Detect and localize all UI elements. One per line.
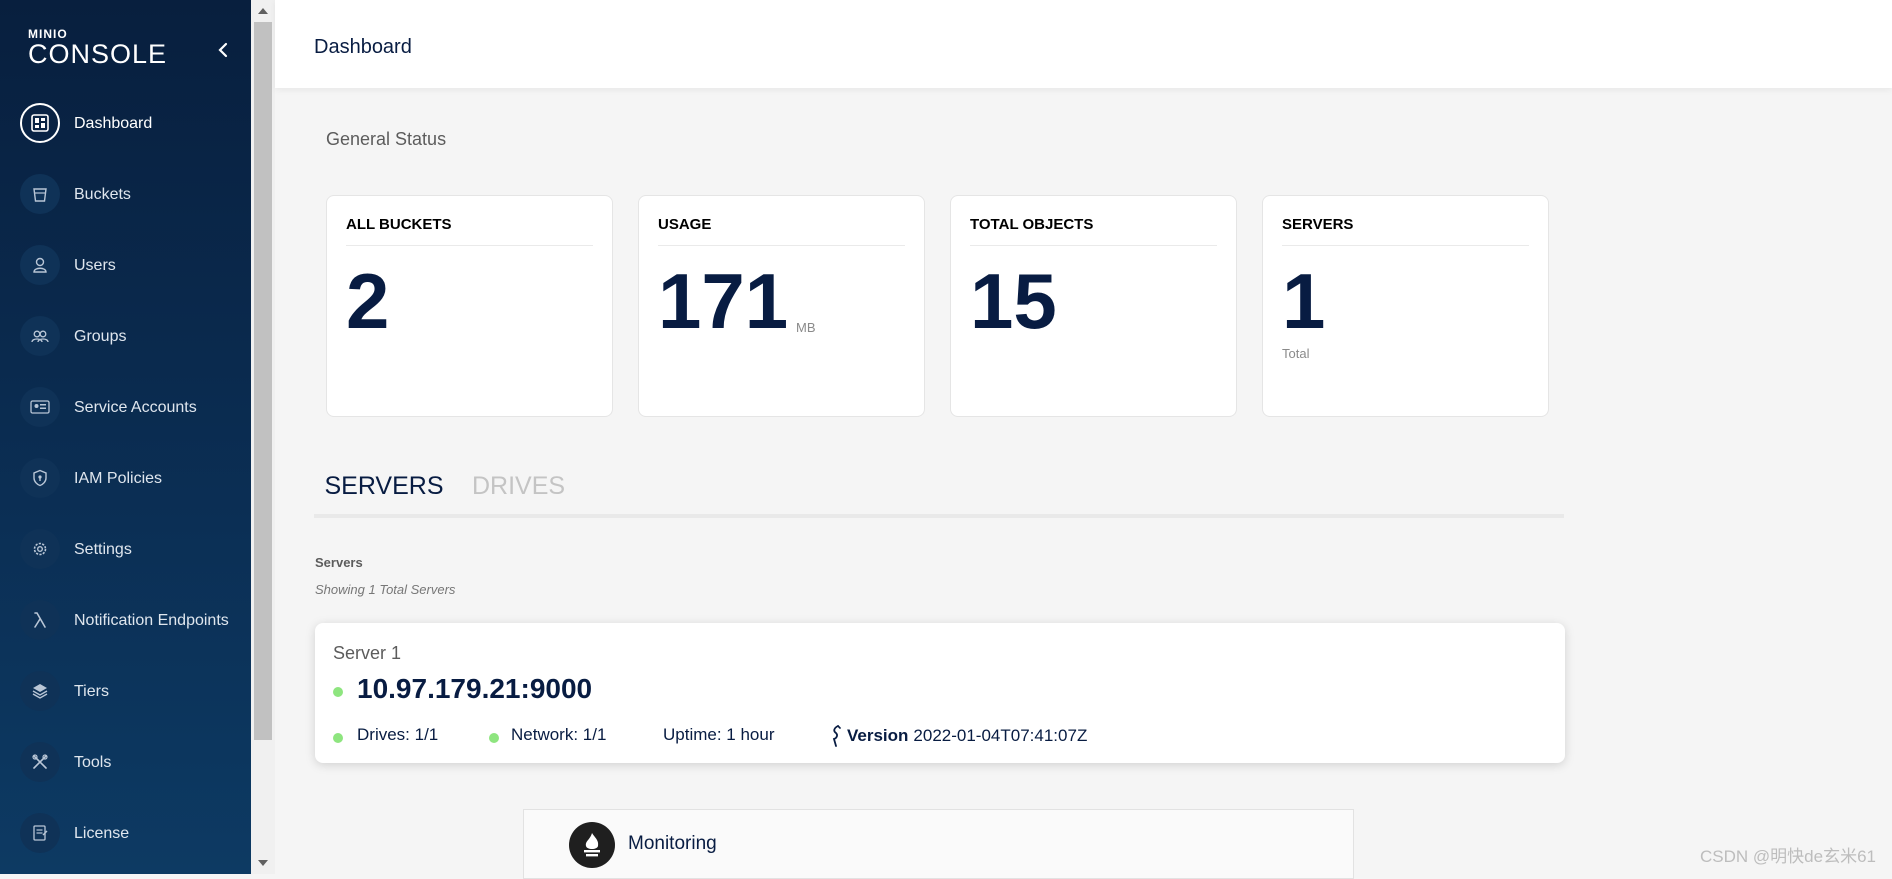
logo-product: CONSOLE — [28, 39, 168, 69]
monitoring-title: Monitoring — [628, 833, 717, 854]
tools-icon — [20, 742, 60, 782]
page-header: Dashboard — [275, 0, 1892, 88]
sidebar-nav: Dashboard Buckets Users Groups Service A… — [0, 88, 251, 869]
collapse-sidebar-button[interactable] — [213, 38, 233, 62]
uptime: Uptime: 1 hour — [663, 725, 775, 744]
sidebar-item-license[interactable]: License — [0, 798, 251, 869]
drives-status-dot — [333, 733, 343, 743]
card-value: 171 — [658, 257, 789, 345]
license-icon — [20, 813, 60, 853]
sidebar-item-tiers[interactable]: Tiers — [0, 656, 251, 727]
card-title: ALL BUCKETS — [346, 216, 593, 246]
server-drive-tabs: SERVERS DRIVES — [314, 458, 1564, 518]
sidebar-item-label: Settings — [74, 540, 132, 558]
sidebar-item-label: Groups — [74, 327, 127, 345]
sidebar-item-dashboard[interactable]: Dashboard — [0, 88, 251, 159]
tab-drives[interactable]: DRIVES — [472, 458, 572, 514]
servers-label: Servers — [315, 555, 363, 570]
card-title: TOTAL OBJECTS — [970, 216, 1217, 246]
sidebar-item-label: License — [74, 824, 130, 842]
sidebar-item-tools[interactable]: Tools — [0, 727, 251, 798]
sidebar-item-notification-endpoints[interactable]: Notification Endpoints — [0, 585, 251, 656]
sidebar-item-label: Buckets — [74, 185, 131, 203]
prometheus-icon — [569, 822, 615, 868]
sidebar-item-groups[interactable]: Groups — [0, 301, 251, 372]
network-status: Network: 1/1 — [511, 725, 607, 744]
card-unit: Total — [1282, 346, 1310, 361]
sidebar-item-label: Tools — [74, 753, 112, 771]
card-unit: MB — [796, 320, 816, 335]
version-label: Version — [847, 726, 909, 745]
sidebar-item-iam-policies[interactable]: IAM Policies — [0, 443, 251, 514]
sidebar-item-buckets[interactable]: Buckets — [0, 159, 251, 230]
sidebar-item-service-accounts[interactable]: Service Accounts — [0, 372, 251, 443]
sidebar-item-users[interactable]: Users — [0, 230, 251, 301]
minio-bird-icon — [832, 725, 841, 747]
sidebar: MINIO CONSOLE Dashboard Buckets Users Gr… — [0, 0, 251, 874]
version-info: Version 2022-01-04T07:41:07Z — [830, 725, 1087, 747]
card-value: 1 — [1282, 257, 1326, 345]
sidebar-item-label: Notification Endpoints — [74, 611, 229, 629]
server-status-dot — [333, 687, 343, 697]
scrollbar-thumb[interactable] — [254, 22, 272, 740]
tab-servers[interactable]: SERVERS — [314, 458, 454, 518]
sidebar-scrollbar[interactable] — [251, 0, 275, 874]
lambda-icon — [20, 600, 60, 640]
version-value: 2022-01-04T07:41:07Z — [913, 726, 1088, 745]
usage-card: USAGE 171 MB — [638, 195, 925, 417]
main-content: General Status ALL BUCKETS 2 USAGE 171 M… — [275, 88, 1892, 879]
general-status-title: General Status — [326, 129, 447, 149]
layers-icon — [20, 671, 60, 711]
csdn-watermark: CSDN @明快de玄米61 — [1700, 847, 1876, 866]
sidebar-item-label: Dashboard — [74, 114, 153, 132]
server-address: 10.97.179.21:9000 — [357, 673, 593, 704]
scroll-up-arrow-icon[interactable] — [251, 2, 275, 20]
bucket-icon — [20, 174, 60, 214]
user-icon — [20, 245, 60, 285]
id-card-icon — [20, 387, 60, 427]
network-status-dot — [489, 733, 499, 743]
all-buckets-card: ALL BUCKETS 2 — [326, 195, 613, 417]
monitoring-panel: Monitoring — [523, 809, 1354, 879]
gear-icon — [20, 529, 60, 569]
sidebar-item-label: Service Accounts — [74, 398, 197, 416]
server-card[interactable]: Server 1 10.97.179.21:9000 Drives: 1/1 N… — [315, 623, 1565, 763]
servers-card: SERVERS 1 Total — [1262, 195, 1549, 417]
server-name: Server 1 — [333, 643, 402, 663]
group-icon — [20, 316, 60, 356]
card-title: SERVERS — [1282, 216, 1529, 246]
card-title: USAGE — [658, 216, 905, 246]
servers-count: Showing 1 Total Servers — [315, 582, 456, 597]
dashboard-icon — [20, 103, 60, 143]
minio-logo[interactable]: MINIO CONSOLE — [28, 28, 167, 68]
chevron-left-icon — [218, 42, 228, 58]
drives-status: Drives: 1/1 — [357, 725, 439, 744]
sidebar-item-label: IAM Policies — [74, 469, 163, 487]
shield-icon — [20, 458, 60, 498]
sidebar-item-settings[interactable]: Settings — [0, 514, 251, 585]
card-value: 15 — [970, 257, 1057, 345]
page-title: Dashboard — [314, 36, 412, 58]
sidebar-item-label: Tiers — [74, 682, 109, 700]
sidebar-item-label: Users — [74, 256, 116, 274]
tabs-baseline — [314, 514, 1564, 518]
scroll-down-arrow-icon[interactable] — [251, 854, 275, 872]
total-objects-card: TOTAL OBJECTS 15 — [950, 195, 1237, 417]
card-value: 2 — [346, 257, 390, 345]
